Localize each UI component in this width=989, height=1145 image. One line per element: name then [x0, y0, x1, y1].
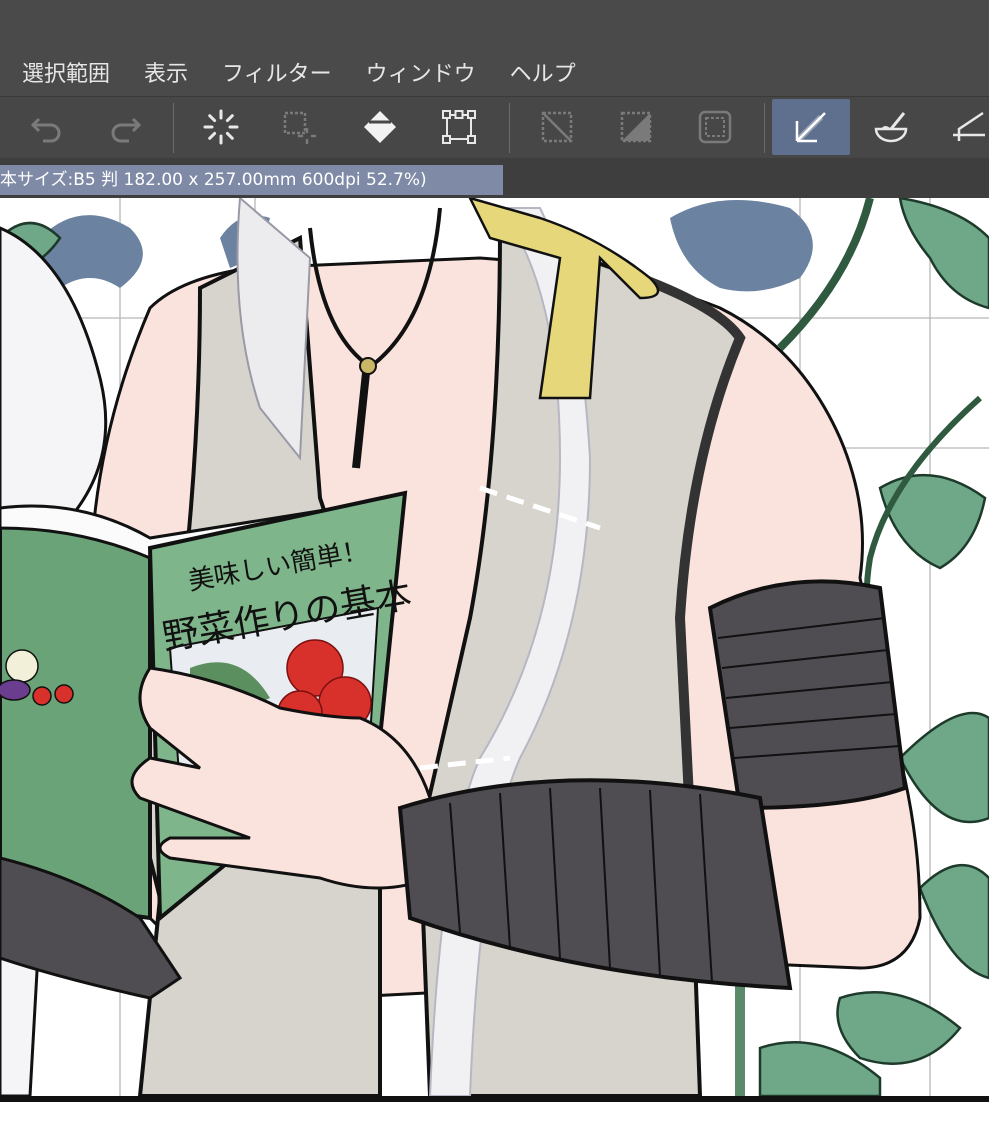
transform-icon: [442, 110, 476, 144]
fill-button[interactable]: [341, 99, 419, 155]
clear-button[interactable]: [182, 99, 260, 155]
brush-bowl-icon: [874, 112, 908, 143]
toolbar-separator: [173, 103, 174, 153]
snap-to-ruler-button[interactable]: [772, 99, 850, 155]
loading-spinner-icon: [203, 109, 239, 145]
invert-selection-button[interactable]: [597, 99, 675, 155]
transform-button[interactable]: [420, 99, 498, 155]
selection-border-button[interactable]: [676, 99, 754, 155]
toolbar-separator: [509, 103, 510, 153]
clear-outside-button[interactable]: [260, 99, 338, 155]
menu-filter[interactable]: フィルター: [222, 56, 332, 88]
brush-button[interactable]: [852, 99, 930, 155]
command-bar: [0, 96, 989, 158]
document-info-bar: 本サイズ:B5 判 182.00 x 257.00mm 600dpi 52.7%…: [0, 158, 989, 198]
toolbar-separator: [764, 103, 765, 153]
fill-bucket-icon: [364, 111, 396, 143]
selection-spinner-icon: [283, 111, 317, 145]
deselect-button[interactable]: [518, 99, 596, 155]
ruler-button[interactable]: [930, 99, 989, 155]
ruler-icon: [953, 111, 985, 141]
drawing-canvas[interactable]: 美味しい簡単！ 野菜作りの基本: [0, 198, 989, 1096]
ruler-snap-icon: [795, 112, 826, 143]
deselect-icon: [541, 111, 573, 143]
undo-button[interactable]: [8, 99, 86, 155]
menu-help[interactable]: ヘルプ: [510, 56, 576, 88]
title-bar: [0, 0, 989, 48]
undo-icon: [30, 117, 61, 143]
document-info-label: 本サイズ:B5 判 182.00 x 257.00mm 600dpi 52.7%…: [0, 165, 503, 195]
menu-bar: 選択範囲 表示 フィルター ウィンドウ ヘルプ: [0, 48, 989, 96]
selection-border-icon: [698, 110, 732, 144]
menu-view[interactable]: 表示: [144, 56, 188, 88]
redo-icon: [111, 117, 142, 143]
menu-selection[interactable]: 選択範囲: [22, 56, 110, 88]
menu-window[interactable]: ウィンドウ: [366, 56, 476, 88]
canvas-bottom-border: [0, 1096, 989, 1102]
artwork: 美味しい簡単！ 野菜作りの基本: [0, 198, 989, 1096]
redo-button[interactable]: [86, 99, 164, 155]
invert-selection-icon: [620, 111, 652, 143]
